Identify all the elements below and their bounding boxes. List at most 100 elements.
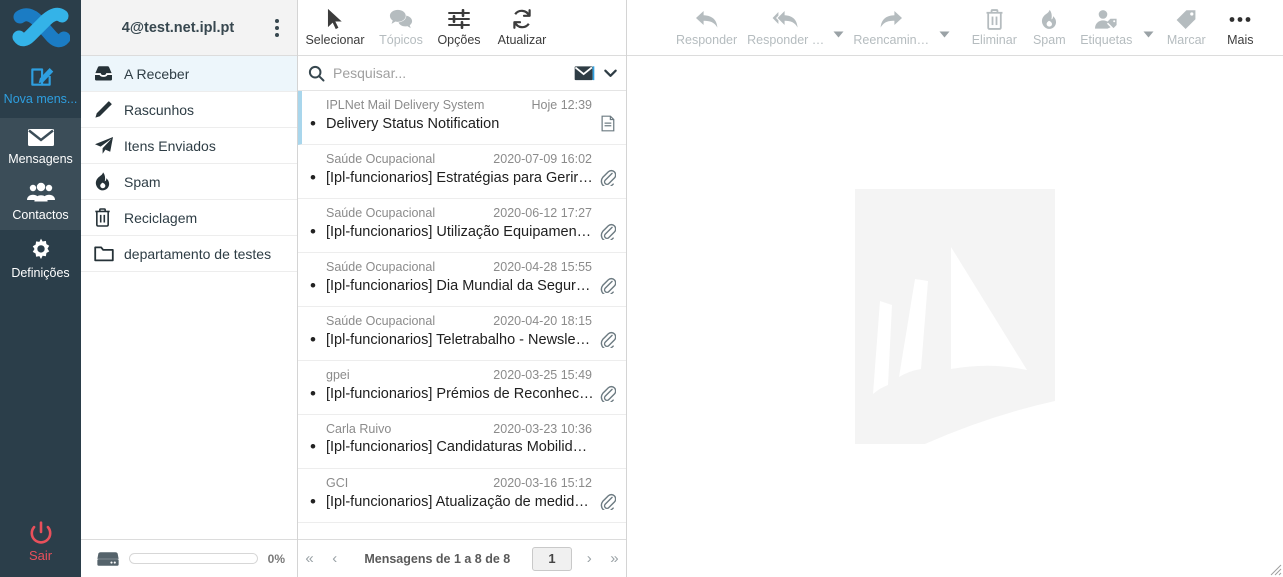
button-label: Atualizar xyxy=(497,33,547,47)
mais-button[interactable]: Mais xyxy=(1215,0,1265,56)
message-meta: Saúde Ocupacional 2020-07-09 16:02 xyxy=(310,150,616,166)
unread-dot-icon: • xyxy=(310,167,316,187)
folder-item-spam[interactable]: Spam xyxy=(81,164,297,200)
message-subject: [Ipl-funcionarios] Estratégias para Geri… xyxy=(326,169,594,186)
selecionar-button[interactable]: Selecionar xyxy=(298,0,372,56)
folder-column: 4@test.net.ipl.pt A Receber Rascunhos It… xyxy=(81,0,298,577)
folder-item-departamento-de-testes[interactable]: departamento de testes xyxy=(81,236,297,272)
message-subject: [Ipl-funcionarios] Teletrabalho - Newsle… xyxy=(326,331,594,348)
rail-item-label: Contactos xyxy=(12,208,69,222)
quota-progress-bar xyxy=(129,553,258,564)
pagination-summary: Mensagens de 1 a 8 de 8 xyxy=(364,551,511,566)
folder-item-itens-enviados[interactable]: Itens Enviados xyxy=(81,128,297,164)
button-label: Tópicos xyxy=(379,33,423,47)
message-subject: Delivery Status Notification xyxy=(326,115,500,132)
folder-item-rascunhos[interactable]: Rascunhos xyxy=(81,92,297,128)
pencil-icon xyxy=(94,100,120,119)
folder-item-reciclagem[interactable]: Reciclagem xyxy=(81,200,297,236)
contacts-people-icon xyxy=(26,181,56,205)
folder-item-a-receber[interactable]: A Receber xyxy=(81,56,297,92)
tag-icon xyxy=(1175,8,1197,30)
cursor-arrow-icon xyxy=(325,8,345,30)
chevron-left-icon[interactable]: ‹ xyxy=(323,544,346,574)
logo-icon xyxy=(12,7,70,48)
speech-bubbles-icon xyxy=(389,8,413,30)
message-row[interactable]: IPLNet Mail Delivery System Hoje 12:39 •… xyxy=(298,91,626,145)
unread-dot-icon: • xyxy=(310,113,316,133)
message-row[interactable]: Saúde Ocupacional 2020-07-09 16:02 • [Ip… xyxy=(298,145,626,199)
topicos-button[interactable]: Tópicos xyxy=(372,0,430,56)
rail-item-contactos[interactable]: Contactos xyxy=(0,174,81,230)
chevron-right-icon[interactable]: › xyxy=(578,544,601,574)
rail-item-label: Sair xyxy=(28,549,53,563)
message-sender: Saúde Ocupacional xyxy=(326,314,436,328)
rail-item-mensagens[interactable]: Mensagens xyxy=(0,118,81,174)
button-label: Reencamin… xyxy=(853,33,930,47)
account-name: 4@test.net.ipl.pt xyxy=(121,19,235,36)
etiquetas-button[interactable]: Etiquetas xyxy=(1073,0,1139,56)
page-number-input[interactable]: 1 xyxy=(532,546,572,571)
chevron-down-icon[interactable] xyxy=(603,67,618,79)
button-label: Eliminar xyxy=(971,33,1017,47)
app-logo xyxy=(0,0,81,56)
message-sender: Saúde Ocupacional xyxy=(326,260,436,274)
flame-icon xyxy=(1040,8,1058,30)
reading-pane: Responder Responder … Reencamin… Elimina… xyxy=(627,0,1283,577)
marcar-button[interactable]: Marcar xyxy=(1157,0,1215,56)
double-chevron-left-icon[interactable]: « xyxy=(298,544,321,574)
rail-item-label: Nova mens... xyxy=(3,92,78,106)
message-row[interactable]: gpei 2020-03-25 15:49 • [Ipl-funcionario… xyxy=(298,361,626,415)
message-subject: [Ipl-funcionarios] Prémios de Reconheci… xyxy=(326,385,594,402)
paperclip-icon xyxy=(594,493,617,512)
message-line: • [Ipl-funcionarios] Estratégias para Ge… xyxy=(310,167,617,188)
rail-item-logout[interactable]: Sair xyxy=(0,513,81,577)
message-row[interactable]: Saúde Ocupacional 2020-04-20 18:15 • [Ip… xyxy=(298,307,626,361)
rail-item-definicoes[interactable]: Definições xyxy=(0,230,81,288)
message-line: • [Ipl-funcionarios] Atualização de medi… xyxy=(310,493,617,512)
message-date: Hoje 12:39 xyxy=(531,98,592,112)
search-input[interactable] xyxy=(333,65,566,81)
contact-tag-icon xyxy=(1094,8,1118,30)
message-sender: Carla Ruivo xyxy=(326,422,392,436)
quota-bar: 0% xyxy=(81,539,297,577)
message-row[interactable]: Saúde Ocupacional 2020-06-12 17:27 • [Ip… xyxy=(298,199,626,253)
folder-label: Itens Enviados xyxy=(124,137,216,154)
spam-button[interactable]: Spam xyxy=(1025,0,1073,56)
reply-icon xyxy=(695,8,719,30)
responder-a-todos-caret[interactable] xyxy=(829,0,847,56)
message-row[interactable]: GCI 2020-03-16 15:12 • [Ipl-funcionarios… xyxy=(298,469,626,523)
message-line: • [Ipl-funcionarios] Dia Mundial da Segu… xyxy=(310,277,617,296)
rail-item-compose[interactable]: Nova mens... xyxy=(0,56,81,118)
refresh-icon xyxy=(511,8,533,30)
responder-a-todos-button[interactable]: Responder … xyxy=(742,0,829,56)
message-list-column: Selecionar Tópicos Opções Atualizar Pesq… xyxy=(298,0,627,577)
left-nav-rail: Nova mens... Mensagens Contactos Definiç… xyxy=(0,0,81,577)
button-label: Etiquetas xyxy=(1080,33,1133,47)
double-chevron-right-icon[interactable]: » xyxy=(603,544,626,574)
message-sender: Saúde Ocupacional xyxy=(326,206,436,220)
reencaminhar-button[interactable]: Reencamin… xyxy=(847,0,935,56)
message-row[interactable]: Saúde Ocupacional 2020-04-28 15:55 • [Ip… xyxy=(298,253,626,307)
reading-pane-body xyxy=(627,56,1283,577)
responder-button[interactable]: Responder xyxy=(671,0,742,56)
etiquetas-caret[interactable] xyxy=(1139,0,1157,56)
button-label: Opções xyxy=(437,33,481,47)
folder-list: A Receber Rascunhos Itens Enviados Spam … xyxy=(81,56,297,539)
folder-label: Rascunhos xyxy=(124,101,195,118)
paperclip-icon xyxy=(594,331,617,350)
message-date: 2020-03-16 15:12 xyxy=(493,476,592,490)
trash-icon xyxy=(94,208,120,227)
kebab-menu-icon[interactable] xyxy=(267,14,287,42)
paper-plane-icon xyxy=(94,136,120,155)
envelope-filled-icon[interactable] xyxy=(574,65,595,82)
eliminar-button[interactable]: Eliminar xyxy=(963,0,1025,56)
message-row[interactable]: Carla Ruivo 2020-03-23 10:36 • [Ipl-func… xyxy=(298,415,626,469)
opcoes-button[interactable]: Opções xyxy=(430,0,488,56)
atualizar-button[interactable]: Atualizar xyxy=(488,0,556,56)
reencaminhar-caret[interactable] xyxy=(935,0,953,56)
message-line: • [Ipl-funcionarios] Utilização Equipame… xyxy=(310,223,617,242)
message-meta: gpei 2020-03-25 15:49 xyxy=(310,366,616,382)
rail-group-primary: Mensagens Contactos xyxy=(0,118,81,230)
button-label: Selecionar xyxy=(305,33,365,47)
envelope-icon xyxy=(26,125,56,149)
